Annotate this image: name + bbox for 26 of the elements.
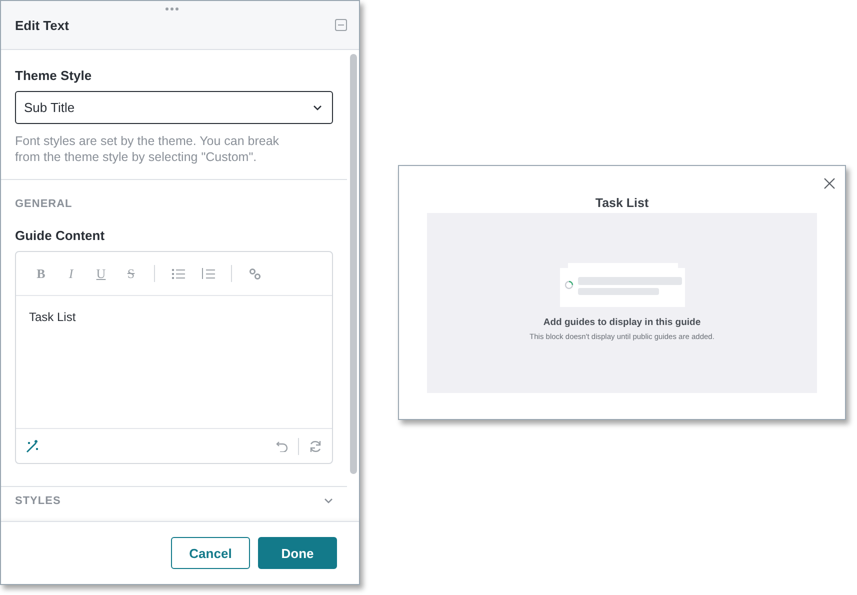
format-button[interactable]: S: [118, 262, 144, 286]
drag-handle-icon[interactable]: [165, 7, 179, 11]
redo-icon[interactable]: [309, 440, 322, 452]
magic-wand-icon[interactable]: [26, 440, 39, 452]
chevron-down-icon: [313, 104, 322, 110]
theme-style-dropdown[interactable]: Sub Title: [15, 91, 333, 124]
section-heading[interactable]: STYLES: [15, 495, 61, 507]
format-button[interactable]: B: [28, 262, 54, 286]
done-button[interactable]: Done: [258, 537, 337, 569]
editor-text: Task List: [29, 310, 76, 324]
panel-title: Edit Text: [15, 18, 69, 32]
cancel-button[interactable]: Cancel: [171, 537, 250, 569]
field-label: Theme Style: [15, 68, 93, 83]
rich-text-editor[interactable]: B I U S Task List: [15, 251, 333, 464]
format-button[interactable]: I: [58, 262, 84, 286]
scrollbar-thumb[interactable]: [350, 54, 356, 474]
preview-title: Task List: [595, 196, 649, 210]
help-text: Font styles are set by the theme. You can break from the theme style by selecting "Custom".: [15, 133, 280, 165]
chevron-down-icon[interactable]: [324, 498, 333, 504]
format-button[interactable]: U: [88, 262, 114, 286]
undo-icon[interactable]: [276, 440, 288, 452]
section-heading: GENERAL: [15, 198, 74, 210]
collapse-icon[interactable]: [335, 19, 347, 31]
close-icon[interactable]: [824, 178, 835, 189]
field-label: Guide Content: [15, 228, 106, 243]
empty-state-title: Add guides to display in this guide: [543, 317, 701, 328]
